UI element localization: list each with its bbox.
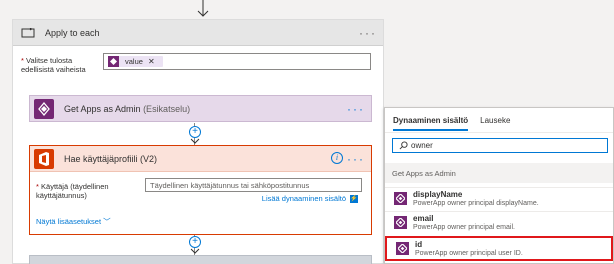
add-dynamic-content-link[interactable]: Lisää dynaaminen sisältö ⚡ [262,194,358,203]
dynamic-item-id[interactable]: id PowerApp owner principal user ID. [385,236,613,261]
add-step-icon[interactable]: + [189,236,201,248]
item-name: id [415,239,423,249]
more-options-icon[interactable]: ··· [347,103,365,115]
select-output-label: * Valitse tulosta edellisistä vaiheista [21,56,86,74]
get-user-profile-header[interactable]: Hae käyttäjäprofiili (V2) i ··· [30,146,371,172]
add-step-icon[interactable]: + [189,126,201,138]
powerapps-icon [394,216,407,229]
search-input[interactable]: owner [392,138,608,153]
section-header: Get Apps as Admin [385,163,613,183]
select-output-field[interactable]: value ✕ [103,53,371,70]
search-icon [399,141,408,150]
arrow-down-icon [190,248,200,254]
user-field-label: * Käyttäjä (täydellinen käyttäjätunnus) [36,182,109,200]
more-options-icon[interactable]: ··· [359,27,377,39]
get-apps-card[interactable]: Get Apps as Admin (Esikatselu) ··· [29,95,372,122]
more-options-icon[interactable]: ··· [347,153,365,165]
show-advanced-link[interactable]: Näytä lisäasetukset ﹀ [36,216,111,227]
next-step-card[interactable] [29,255,372,264]
flow-arrow-icon [197,0,209,17]
dynamic-item-email[interactable]: email PowerApp owner principal email. [385,211,613,233]
office365-icon [34,148,54,169]
get-user-profile-card: Hae käyttäjäprofiili (V2) i ··· * Käyttä… [29,145,372,235]
tabs-divider [385,132,613,133]
add-dynamic-label: Lisää dynaaminen sisältö [261,194,346,203]
dynamic-content-icon: ⚡ [350,194,358,203]
powerapps-icon [394,192,407,205]
dynamic-item-displayname[interactable]: displayName PowerApp owner principal dis… [385,187,613,209]
apply-to-each-title: Apply to each [45,27,100,38]
chevron-down-icon: ﹀ [103,217,111,226]
tab-dynamic-content[interactable]: Dynaaminen sisältö [393,116,469,131]
arrow-down-icon [190,138,200,144]
search-value: owner [411,141,433,150]
powerapps-admin-icon [34,98,54,119]
tab-expression[interactable]: Lauseke [480,116,510,131]
panel-tabs: Dynaaminen sisältö Lauseke [393,116,510,131]
user-id-input[interactable]: Täydellinen käyttäjätunnus tai sähköpost… [145,178,362,192]
apply-to-each-header[interactable]: Apply to each ··· [13,20,383,46]
get-apps-title: Get Apps as Admin (Esikatselu) [64,103,191,114]
token-label: value [125,57,143,66]
loop-icon [21,27,35,37]
item-name: displayName [413,189,463,199]
item-description: PowerApp owner principal user ID. [415,249,523,257]
item-description: PowerApp owner principal email. [413,223,515,231]
item-description: PowerApp owner principal displayName. [413,199,539,207]
powerapps-icon [108,56,119,67]
dynamic-content-panel: Dynaaminen sisältö Lauseke owner Get App… [384,107,614,264]
get-user-profile-title: Hae käyttäjäprofiili (V2) [64,153,158,164]
value-token[interactable]: value ✕ [108,56,163,67]
remove-token-icon[interactable]: ✕ [148,57,155,66]
powerapps-icon [396,242,409,255]
show-advanced-label: Näytä lisäasetukset [36,217,102,226]
item-name: email [413,213,434,223]
info-icon[interactable]: i [331,152,343,164]
